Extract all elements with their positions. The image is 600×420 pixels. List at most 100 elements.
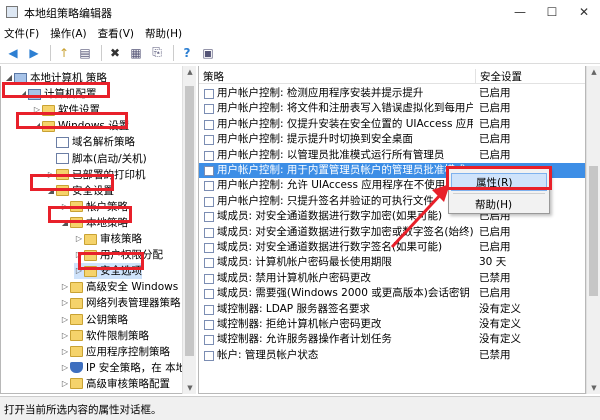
tree-node[interactable]: ▷ 软件限制策略 (60, 328, 149, 344)
menu-help[interactable]: 帮助(H) (141, 24, 189, 42)
tree-node-label: 本地计算机 策略 (30, 72, 107, 84)
tree-node-label: 域名解析策略 (72, 136, 135, 149)
tree-node[interactable]: ◢ 计算机配置 (18, 86, 97, 102)
menu-view[interactable]: 查看(V) (94, 24, 141, 42)
expand-chevron-icon[interactable]: ▷ (60, 360, 70, 376)
tree-node-label: 软件设置 (58, 104, 100, 117)
list-scrollbar[interactable]: ▲ ▼ (586, 66, 600, 394)
menu-file[interactable]: 文件(F) (0, 24, 46, 42)
status-text: 打开当前所选内容的属性对话框。 (4, 404, 162, 416)
expand-chevron-icon[interactable]: ▷ (74, 247, 84, 263)
expand-chevron-icon[interactable]: ▷ (60, 328, 70, 344)
folder-icon (56, 169, 69, 181)
computer-icon (14, 72, 27, 84)
tree-node-label: 用户权限分配 (100, 249, 163, 262)
tree-node[interactable]: ▷ IP 安全策略，在 本地计 (60, 360, 195, 376)
policy-row[interactable]: 用户帐户控制: 仅提升安装在安全位置的 UIAccess 应用程序 已启用 (199, 117, 585, 132)
policy-setting: 已启用 (479, 241, 511, 253)
expand-chevron-icon[interactable]: ▷ (32, 102, 42, 118)
export-list-icon[interactable]: ⎘ (148, 44, 166, 62)
maximize-button[interactable]: ☐ (536, 0, 568, 24)
tree-node[interactable]: ▷ 公钥策略 (60, 312, 128, 328)
policy-row[interactable]: 域成员: 需要强(Windows 2000 或更高版本)会话密钥 已启用 (199, 286, 585, 301)
tree-node[interactable]: ▷ 高级安全 Windows 防 (60, 279, 192, 295)
minimize-button[interactable]: — (504, 0, 536, 24)
folder-icon (70, 217, 83, 229)
tree-node[interactable]: ▷ 网络列表管理器策略 (60, 295, 181, 311)
expand-chevron-icon[interactable]: ▷ (60, 344, 70, 360)
tree-node[interactable]: ▷ 软件设置 (32, 102, 100, 118)
expand-chevron-icon[interactable]: ▷ (60, 376, 70, 392)
tree-node[interactable]: ▷ 应用程序控制策略 (60, 344, 170, 360)
column-header-setting[interactable]: 安全设置 (475, 69, 522, 83)
policy-row[interactable]: 用户帐户控制: 以管理员批准模式运行所有管理员 已启用 (199, 148, 585, 163)
tree-node[interactable]: ▷ 帐户策略 (60, 199, 128, 215)
collapse-chevron-icon[interactable]: ◢ (32, 118, 42, 134)
policy-icon (204, 150, 214, 161)
policy-row[interactable]: 域成员: 对安全通道数据进行数字加密或数字签名(始终) 已启用 (199, 225, 585, 240)
help-icon[interactable]: ? (178, 44, 196, 62)
tree-node[interactable]: ◢ 本地策略 (60, 215, 128, 231)
tree-node[interactable]: ▷ 安全选项 (74, 263, 142, 280)
policy-row[interactable]: 域成员: 对安全通道数据进行数字签名(如果可能) 已启用 (199, 240, 585, 255)
policy-name: 用户帐户控制: 以管理员批准模式运行所有管理员 (217, 148, 445, 161)
policy-icon (204, 304, 214, 315)
tree-node[interactable]: ◢ 本地计算机 策略 (4, 70, 107, 86)
policy-icon (204, 227, 214, 238)
collapse-chevron-icon[interactable]: ◢ (60, 215, 70, 231)
menu-bar: 文件(F) 操作(A) 查看(V) 帮助(H) (0, 24, 600, 42)
tree-node[interactable]: ▷ 高级审核策略配置 (60, 376, 170, 392)
policy-row[interactable]: 域控制器: LDAP 服务器签名要求 没有定义 (199, 302, 585, 317)
expand-chevron-icon[interactable]: ▷ (46, 167, 56, 183)
back-arrow-icon[interactable]: ◀ (4, 44, 22, 62)
show-hide-tree-icon[interactable]: ▤ (76, 44, 94, 62)
folder-icon (70, 346, 83, 358)
up-folder-icon[interactable]: ↑ (55, 44, 73, 62)
tree-node[interactable]: 域名解析策略 (46, 134, 135, 150)
context-menu-help[interactable]: 帮助(H) (451, 196, 547, 214)
tree-node[interactable]: ◢ 安全设置 (46, 183, 114, 199)
folder-icon (70, 330, 83, 342)
delete-icon[interactable]: ✖ (106, 44, 124, 62)
policy-row[interactable]: 域控制器: 允许服务器操作者计划任务 没有定义 (199, 332, 585, 347)
expand-chevron-icon[interactable]: ▷ (74, 263, 84, 279)
policy-row[interactable]: 用户帐户控制: 将文件和注册表写入错误虚拟化到每用户位置 已启用 (199, 101, 585, 116)
collapse-chevron-icon[interactable]: ◢ (4, 70, 14, 86)
policy-name: 域成员: 对安全通道数据进行数字加密或数字签名(始终) (217, 225, 473, 238)
collapse-chevron-icon[interactable]: ◢ (18, 86, 28, 102)
tree-scrollbar[interactable]: ▲ ▼ (182, 66, 196, 394)
expand-chevron-icon[interactable]: ▷ (74, 231, 84, 247)
close-button[interactable]: ✕ (568, 0, 600, 24)
collapse-chevron-icon[interactable]: ◢ (46, 183, 56, 199)
tree-node[interactable]: ▷ 已部署的打印机 (46, 167, 146, 183)
policy-setting: 已启用 (479, 87, 511, 99)
tree-node[interactable]: ▷ 审核策略 (74, 231, 142, 247)
policy-name: 域成员: 对安全通道数据进行数字加密(如果可能) (217, 210, 443, 223)
expand-chevron-icon[interactable]: ▷ (60, 295, 70, 311)
view-icon[interactable]: ▣ (199, 44, 217, 62)
expand-chevron-icon[interactable]: ▷ (60, 199, 70, 215)
tree-node[interactable]: ▷ 用户权限分配 (74, 247, 163, 263)
policy-icon (204, 135, 214, 146)
menu-action[interactable]: 操作(A) (46, 24, 93, 42)
tree-node-label: 公钥策略 (86, 313, 128, 326)
expand-chevron-icon[interactable]: ▷ (60, 279, 70, 295)
policy-icon (204, 320, 214, 330)
policy-row[interactable]: 域成员: 禁用计算机帐户密码更改 已禁用 (199, 271, 585, 286)
properties-icon[interactable]: ▦ (127, 44, 145, 62)
doc-icon (56, 136, 69, 148)
policy-row[interactable]: 帐户: 管理员帐户状态 已禁用 (199, 348, 585, 363)
list-scroll-thumb[interactable] (589, 166, 598, 296)
tree-scroll-thumb[interactable] (185, 86, 194, 356)
tree-node[interactable]: 脚本(启动/关机) (46, 151, 147, 167)
policy-row[interactable]: 用户帐户控制: 检测应用程序安装并提示提升 已启用 (199, 86, 585, 101)
tree-node[interactable]: ◢ Windows 设置 (32, 118, 129, 134)
expand-chevron-icon[interactable]: ▷ (60, 312, 70, 328)
policy-setting: 已启用 (479, 102, 511, 115)
policy-row[interactable]: 用户帐户控制: 提示提升时切换到安全桌面 已启用 (199, 132, 585, 147)
column-header-policy[interactable]: 策略 (203, 69, 224, 84)
policy-row[interactable]: 域成员: 计算机帐户密码最长使用期限 30 天 (199, 255, 585, 270)
policy-name: 域成员: 对安全通道数据进行数字签名(如果可能) (217, 241, 443, 253)
forward-arrow-icon[interactable]: ▶ (25, 44, 43, 62)
policy-row[interactable]: 域控制器: 拒绝计算机帐户密码更改 没有定义 (199, 317, 585, 332)
